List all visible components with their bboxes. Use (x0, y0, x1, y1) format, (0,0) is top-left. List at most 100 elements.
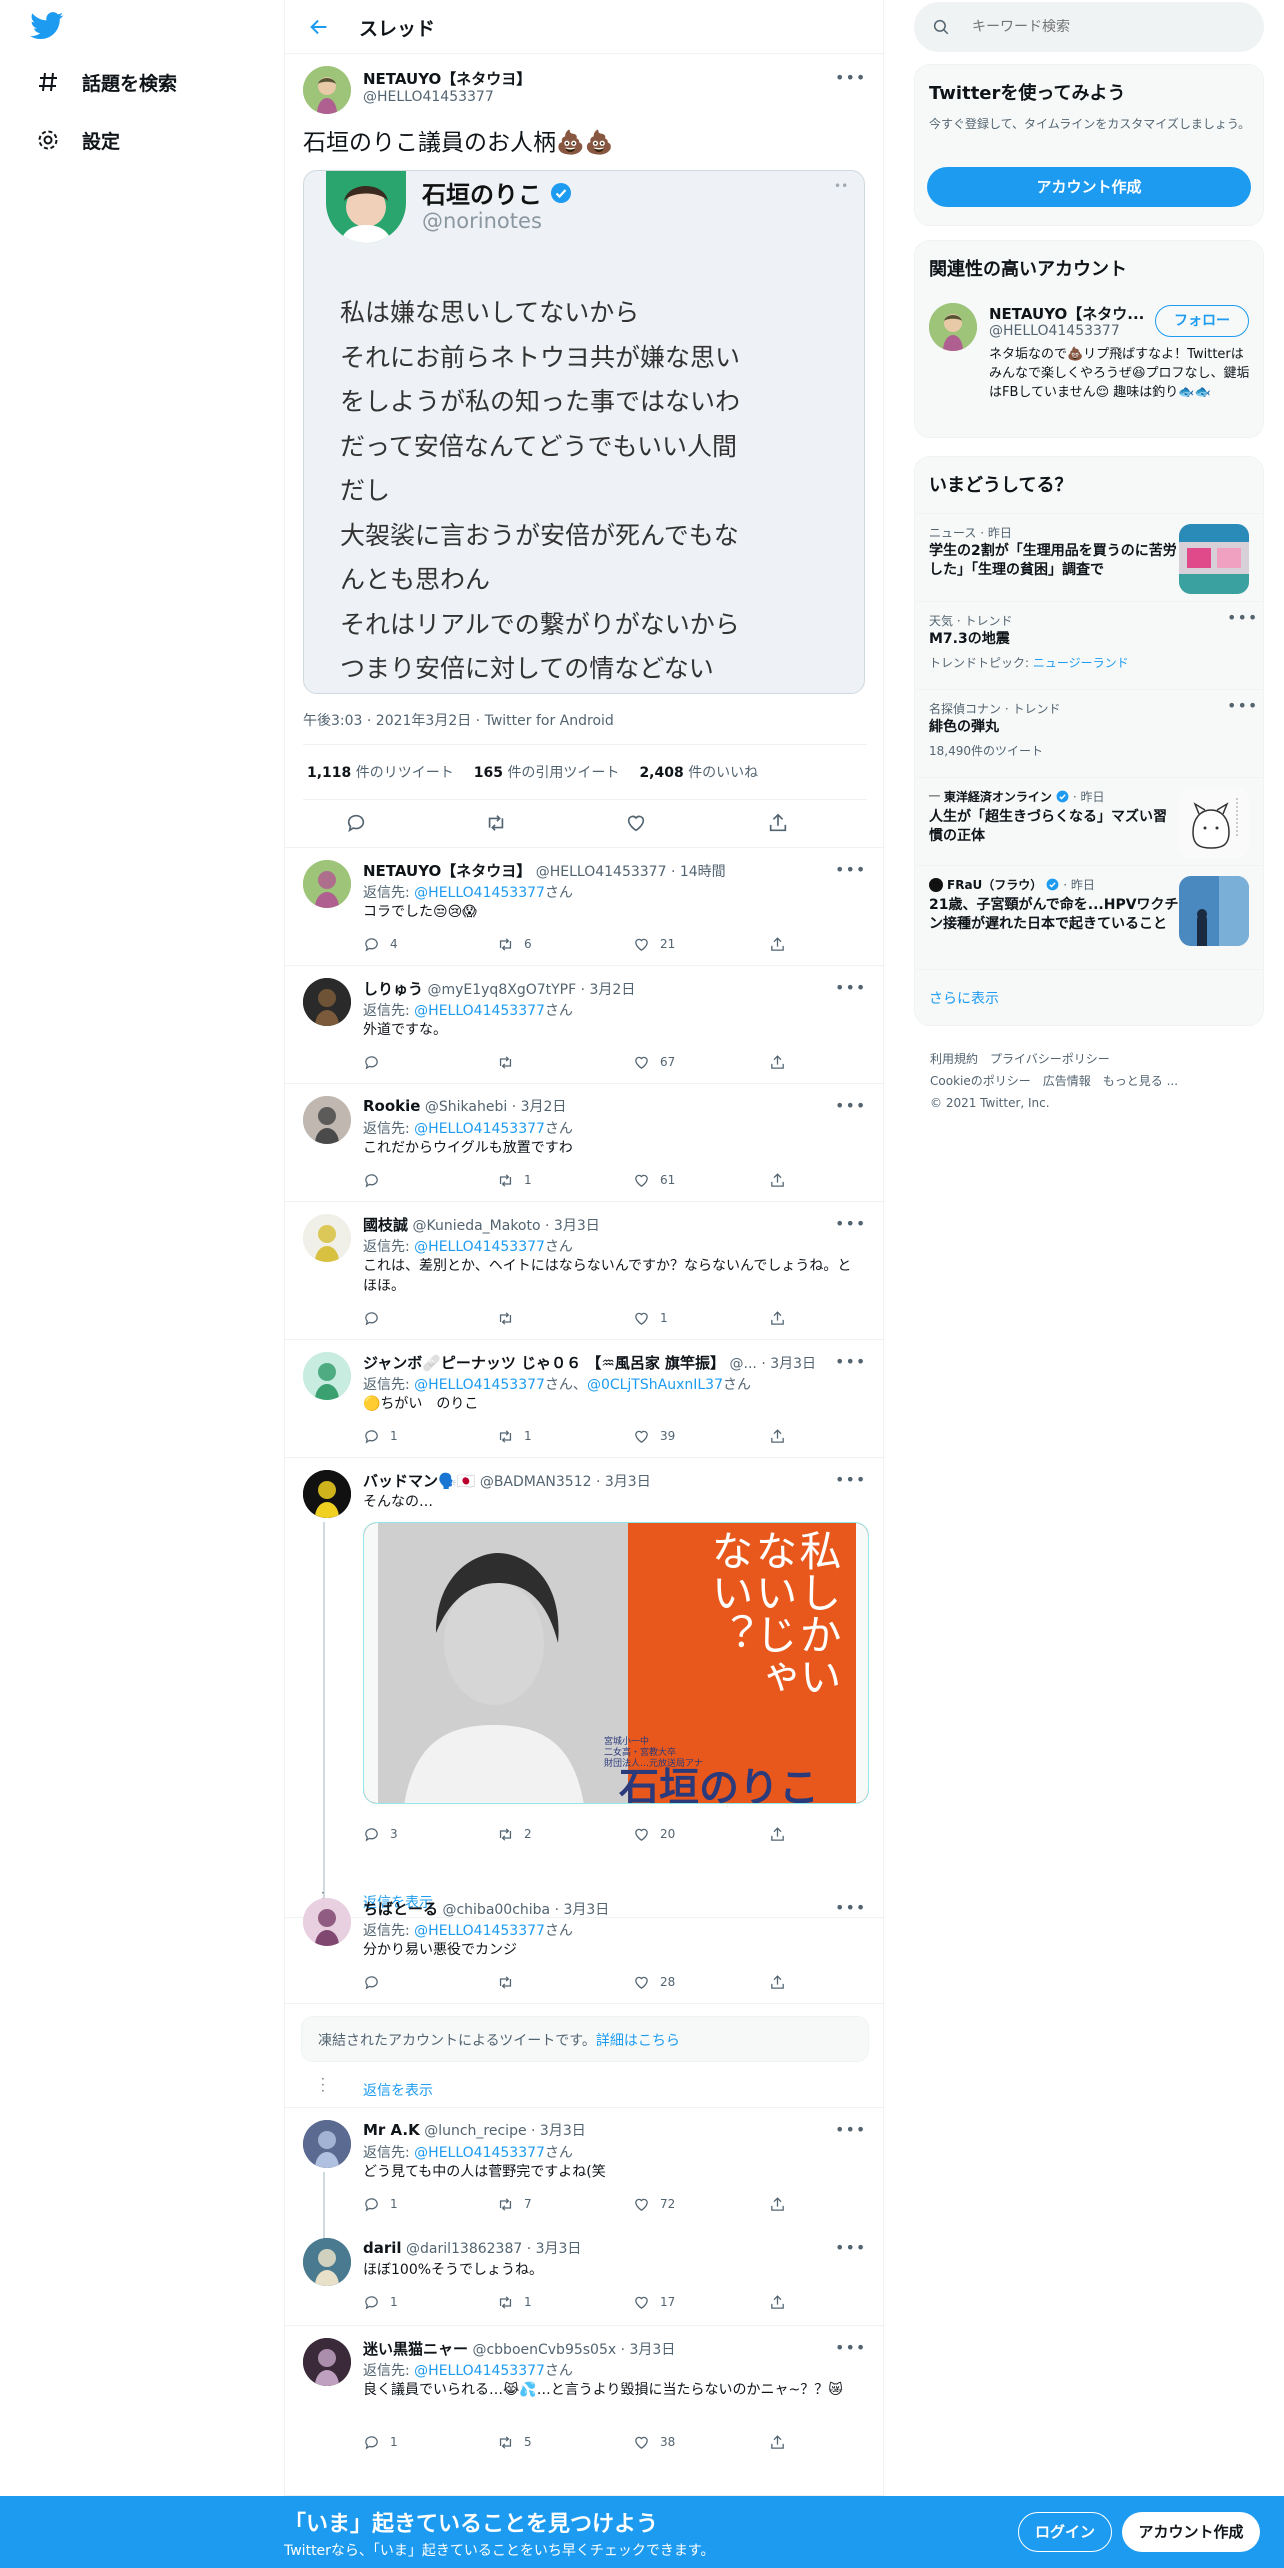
like-action[interactable]: 21 (633, 934, 675, 954)
reply-time[interactable]: · 3月2日 (512, 1099, 567, 1115)
more-icon[interactable]: ••• (835, 860, 865, 880)
reply-author-handle[interactable]: @chiba00chiba (442, 1902, 550, 1918)
more-icon[interactable]: ••• (835, 1352, 865, 1372)
retweet-action[interactable]: 6 (497, 934, 532, 954)
back-arrow-icon[interactable] (305, 13, 333, 41)
reply-tweet[interactable]: 國枝誠 @Kunieda_Makoto · 3月3日 ••• 返信先: @HELLO… (285, 1202, 885, 1340)
twitter-logo-icon[interactable] (30, 12, 64, 40)
reply-time[interactable]: · 3月3日 (596, 1474, 651, 1490)
show-more-trends[interactable]: さらに表示 (915, 969, 1263, 1025)
create-account-button[interactable]: アカウント作成 (927, 167, 1251, 207)
reply-author-name[interactable]: バッドマン🗣️🇯🇵 (363, 1472, 475, 1490)
retweet-action[interactable]: 1 (497, 1426, 532, 1446)
like-action[interactable]: 28 (633, 1972, 675, 1992)
reply-tweet[interactable]: Mr A.K @lunch_recipe · 3月3日 ••• 返信先: @HELL… (285, 2108, 885, 2246)
share-action[interactable] (769, 1972, 796, 1992)
reply-time[interactable]: · 3月3日 (527, 2241, 582, 2257)
reply-author-name[interactable]: 迷い黒猫ニャー (363, 2340, 468, 2358)
follow-button[interactable]: フォロー (1155, 305, 1249, 337)
reply-action[interactable]: 4 (363, 934, 398, 954)
reply-author-handle[interactable]: @HELLO41453377 (536, 864, 667, 880)
share-action[interactable] (769, 1052, 796, 1072)
footer-link[interactable]: プライバシーポリシー (990, 1052, 1110, 1066)
more-icon[interactable]: ••• (835, 2238, 865, 2258)
reply-tweet[interactable]: バッドマン🗣️🇯🇵 @BADMAN3512 · 3月3日 ••• そんなの… 私しか… (285, 1458, 885, 1906)
share-action[interactable] (769, 2194, 796, 2214)
retweet-action[interactable] (497, 1052, 524, 1072)
avatar[interactable] (929, 303, 977, 351)
reply-time[interactable]: · 3月2日 (581, 982, 636, 998)
reply-time[interactable]: · 3月3日 (621, 2342, 676, 2358)
reply-author-name[interactable]: daril (363, 2239, 402, 2257)
reply-author-handle[interactable]: @Shikahebi (425, 1099, 507, 1115)
share-action[interactable] (769, 1426, 796, 1446)
reply-author-name[interactable]: Mr A.K (363, 2121, 420, 2139)
reply-tweet[interactable]: Rookie @Shikahebi · 3月2日 ••• 返信先: @HELLO41… (285, 1084, 885, 1202)
show-more-link[interactable]: さらに表示 (929, 988, 999, 1008)
more-icon[interactable]: ••• (835, 1096, 865, 1116)
like-action[interactable]: 38 (633, 2432, 675, 2452)
like-action[interactable]: 17 (633, 2292, 675, 2312)
retweet-action[interactable]: 1 (497, 1170, 532, 1190)
reply-author-handle[interactable]: @BADMAN3512 (480, 1474, 592, 1490)
search-box[interactable] (914, 2, 1264, 52)
show-replies-link[interactable]: 返信を表示 (363, 2080, 433, 2100)
reply-to-link[interactable]: @HELLO41453377 (414, 2145, 545, 2161)
more-icon[interactable]: ••• (835, 1898, 865, 1918)
reply-time[interactable]: · 3月3日 (545, 1218, 600, 1234)
more-icon[interactable]: ••• (835, 2120, 865, 2140)
retweet-action[interactable] (497, 1972, 524, 1992)
retweet-icon[interactable] (485, 812, 507, 838)
more-icon[interactable]: ••• (835, 1214, 865, 1234)
nav-explore[interactable]: 話題を検索 (34, 68, 177, 96)
quote-stat[interactable]: 165 件の引用ツイート (474, 762, 620, 782)
reply-author-handle[interactable]: @Kunieda_Makoto (412, 1218, 540, 1234)
retweet-action[interactable]: 5 (497, 2432, 532, 2452)
share-action[interactable] (769, 2432, 796, 2452)
reply-tweet[interactable]: NETAUYO【ネタウヨ】 @HELLO41453377 · 14時間 ••• 返信… (285, 848, 885, 966)
reply-to-link[interactable]: @HELLO41453377 (414, 1121, 545, 1137)
reply-tweet[interactable]: 迷い黒猫ニャー @cbboenCvb95s05x · 3月3日 ••• 返信先: @… (285, 2326, 885, 2496)
search-input[interactable] (972, 19, 1232, 35)
retweet-stat[interactable]: 1,118 件のリツイート (307, 762, 454, 782)
reply-icon[interactable] (345, 812, 367, 838)
tweet-meta[interactable]: 午後3:03 · 2021年3月2日 · Twitter for Android (303, 710, 614, 730)
like-action[interactable]: 72 (633, 2194, 675, 2214)
reply-author-name[interactable]: ちばとーる (363, 1900, 438, 1918)
share-action[interactable] (769, 2292, 796, 2312)
share-action[interactable] (769, 1308, 796, 1328)
more-icon[interactable]: ••• (1227, 696, 1257, 716)
like-action[interactable]: 61 (633, 1170, 675, 1190)
like-action[interactable]: 39 (633, 1426, 675, 1446)
reply-action[interactable]: 1 (363, 2194, 398, 2214)
more-icon[interactable]: ••• (835, 978, 865, 998)
related-name[interactable]: NETAUYO【ネタウ... (989, 303, 1144, 324)
reply-time[interactable]: · 3月3日 (761, 1356, 816, 1372)
avatar[interactable] (303, 860, 351, 908)
share-action[interactable] (769, 1170, 796, 1190)
like-action[interactable]: 67 (633, 1052, 675, 1072)
reply-image[interactable]: 私しかいないじゃない？ 宮城小一中 二女高・宮教大卒 財団法人…元放送局アナ 石垣の… (363, 1522, 869, 1804)
nav-settings[interactable]: 設定 (34, 126, 120, 154)
like-icon[interactable] (625, 812, 647, 838)
reply-author-handle[interactable]: @cbboenCvb95s05x (472, 2342, 616, 2358)
retweet-action[interactable]: 1 (497, 2292, 532, 2312)
like-stat[interactable]: 2,408 件のいいね (639, 762, 758, 782)
reply-to-link[interactable]: @0CLjTShAuxnIL37 (587, 1377, 723, 1393)
avatar[interactable] (303, 1352, 351, 1400)
reply-to-link[interactable]: @HELLO41453377 (414, 1239, 545, 1255)
share-action[interactable] (769, 1824, 796, 1844)
trend-item[interactable]: 天気 · トレンド M7.3の地震 トレンドトピック: ニュージーランド ••• (915, 601, 1263, 689)
reply-author-name[interactable]: Rookie (363, 1097, 420, 1115)
like-action[interactable]: 1 (633, 1308, 668, 1328)
reply-author-name[interactable]: しりゅう (363, 980, 423, 998)
more-icon[interactable]: ••• (835, 1470, 865, 1490)
retweet-action[interactable] (497, 1308, 524, 1328)
reply-author-handle[interactable]: @daril13862387 (406, 2241, 522, 2257)
reply-action[interactable]: 1 (363, 2292, 398, 2312)
reply-tweet[interactable]: しりゅう @myE1yq8XgO7tYPF · 3月2日 ••• 返信先: @HEL… (285, 966, 885, 1084)
reply-to-link[interactable]: @HELLO41453377 (414, 2363, 545, 2379)
reply-time[interactable]: · 3月3日 (531, 2123, 586, 2139)
avatar[interactable] (303, 2238, 351, 2286)
reply-to-link[interactable]: @HELLO41453377 (414, 1377, 545, 1393)
